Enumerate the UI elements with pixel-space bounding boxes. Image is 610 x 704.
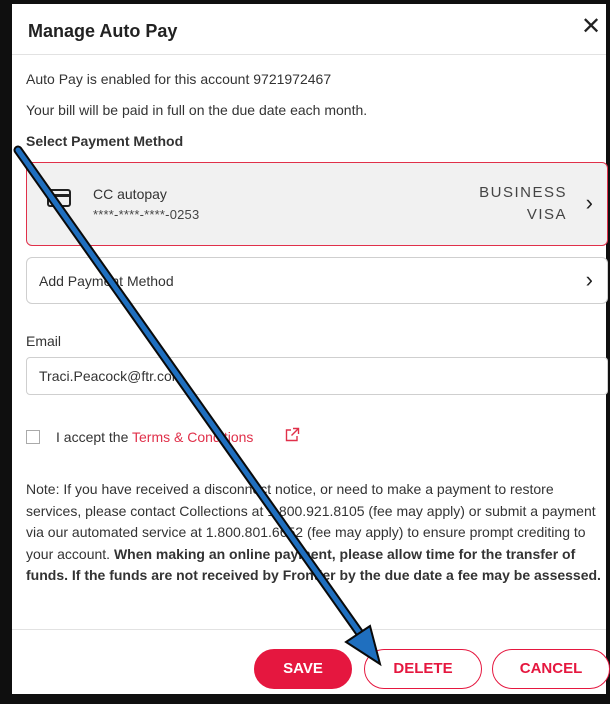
payment-method-card[interactable]: CC autopay ****-****-****-0253 BUSINESS … xyxy=(26,162,608,246)
payment-type-line1: BUSINESS xyxy=(479,184,567,201)
modal-header: Manage Auto Pay ✕ xyxy=(12,4,606,55)
terms-checkbox[interactable] xyxy=(26,430,40,444)
email-field[interactable] xyxy=(26,357,608,395)
frame-border-left xyxy=(0,0,12,704)
payment-method-number: ****-****-****-0253 xyxy=(93,207,200,222)
external-link-icon[interactable] xyxy=(284,427,300,443)
payment-method-name: CC autopay xyxy=(93,186,167,202)
disconnect-note: Note: If you have received a disconnect … xyxy=(26,479,604,587)
chevron-right-icon: › xyxy=(585,190,593,215)
footer-divider xyxy=(12,629,606,630)
frame-border-bottom xyxy=(0,694,610,704)
select-payment-heading: Select Payment Method xyxy=(26,133,184,149)
add-payment-method-button[interactable]: Add Payment Method › xyxy=(26,257,608,304)
email-label: Email xyxy=(26,333,62,349)
terms-prefix: I accept the xyxy=(56,429,133,445)
terms-text: I accept the Terms & Conditions xyxy=(56,429,253,445)
modal-title: Manage Auto Pay xyxy=(28,21,178,41)
credit-card-icon xyxy=(47,189,71,207)
screenshot-frame: Manage Auto Pay ✕ Auto Pay is enabled fo… xyxy=(0,0,610,704)
terms-link[interactable]: Terms & Conditions xyxy=(132,429,253,445)
chevron-right-icon: › xyxy=(585,267,593,292)
payment-method-type: BUSINESS VISA xyxy=(479,182,567,226)
autopay-enabled-text: Auto Pay is enabled for this account 972… xyxy=(26,71,332,87)
delete-button[interactable]: DELETE xyxy=(364,649,482,689)
cancel-button[interactable]: CANCEL xyxy=(492,649,610,689)
bill-info-text: Your bill will be paid in full on the du… xyxy=(26,102,368,118)
frame-border-right xyxy=(606,0,610,704)
close-icon[interactable]: ✕ xyxy=(578,14,604,40)
add-payment-method-label: Add Payment Method xyxy=(39,273,174,289)
save-button[interactable]: SAVE xyxy=(254,649,352,689)
payment-type-line2: VISA xyxy=(526,206,567,223)
